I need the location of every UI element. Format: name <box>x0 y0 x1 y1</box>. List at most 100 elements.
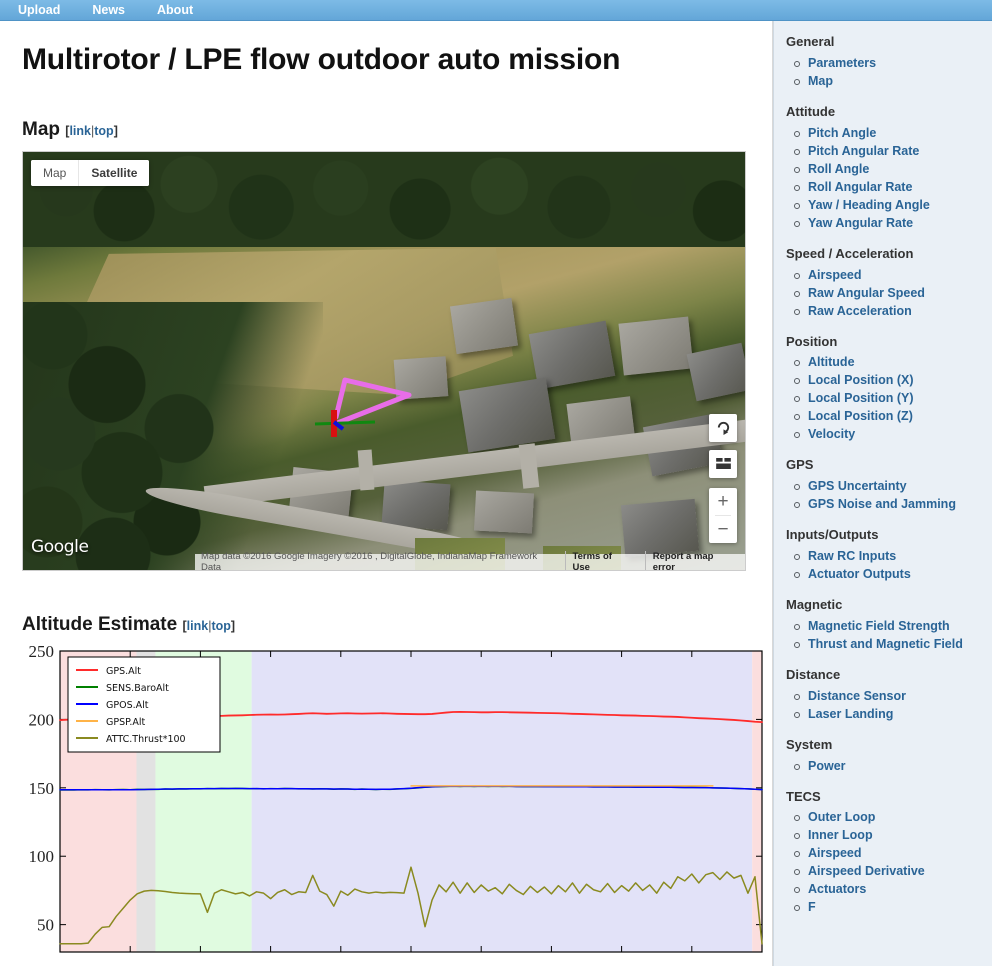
sidebar-item-outer-loop[interactable]: Outer Loop <box>808 810 875 824</box>
list-item[interactable]: F <box>804 898 992 916</box>
building <box>618 316 693 375</box>
sidebar-item-power[interactable]: Power <box>808 759 846 773</box>
list-item[interactable]: Distance Sensor <box>804 687 992 705</box>
y-axis-label: 250 <box>29 646 55 661</box>
list-item[interactable]: GPS Uncertainty <box>804 477 992 495</box>
sidebar-item-altitude[interactable]: Altitude <box>808 355 855 369</box>
sidebar-item-f[interactable]: F <box>808 900 816 914</box>
sidebar-item-gps-noise-and-jamming[interactable]: GPS Noise and Jamming <box>808 497 956 511</box>
sidebar-item-local-position-z[interactable]: Local Position (Z) <box>808 409 913 423</box>
sidebar-item-raw-rc-inputs[interactable]: Raw RC Inputs <box>808 549 896 563</box>
altitude-estimate-chart[interactable]: 25020015010050GPS.AltSENS.BaroAltGPOS.Al… <box>22 646 767 957</box>
nav-item-news[interactable]: News <box>92 0 125 21</box>
list-item[interactable]: Airspeed <box>804 844 992 862</box>
map-type-map-button[interactable]: Map <box>31 160 78 186</box>
sidebar-list-system: Power <box>786 757 992 775</box>
sidebar-item-local-position-y[interactable]: Local Position (Y) <box>808 391 914 405</box>
sidebar-item-roll-angular-rate[interactable]: Roll Angular Rate <box>808 180 912 194</box>
list-item[interactable]: Local Position (Y) <box>804 389 992 407</box>
list-item[interactable]: Thrust and Magnetic Field <box>804 635 992 653</box>
list-item[interactable]: Raw RC Inputs <box>804 547 992 565</box>
list-item[interactable]: Parameters <box>804 54 992 72</box>
sidebar-group-tecs: TECS Outer Loop Inner Loop Airspeed Airs… <box>786 788 992 917</box>
sidebar-item-raw-angular-speed[interactable]: Raw Angular Speed <box>808 286 925 300</box>
report-map-error-link[interactable]: Report a map error <box>645 551 745 571</box>
altitude-top-anchor[interactable]: top <box>211 619 230 633</box>
list-item[interactable]: Yaw Angular Rate <box>804 214 992 232</box>
sidebar-item-distance-sensor[interactable]: Distance Sensor <box>808 689 906 703</box>
legend-label: SENS.BaroAlt <box>106 683 169 694</box>
sidebar-item-inner-loop[interactable]: Inner Loop <box>808 828 873 842</box>
map-type-control[interactable]: Map Satellite <box>31 160 149 186</box>
map-canvas[interactable]: Morallion Ct Mora <box>23 152 745 570</box>
sidebar-item-pitch-angular-rate[interactable]: Pitch Angular Rate <box>808 144 919 158</box>
sidebar-item-laser-landing[interactable]: Laser Landing <box>808 707 893 721</box>
sidebar-item-actuators[interactable]: Actuators <box>808 882 866 896</box>
altitude-section-anchors: [link|top] <box>182 619 235 633</box>
list-item[interactable]: Local Position (X) <box>804 371 992 389</box>
map-zoom-in-button[interactable]: + <box>709 488 737 515</box>
sidebar-item-roll-angle[interactable]: Roll Angle <box>808 162 869 176</box>
list-item[interactable]: Laser Landing <box>804 705 992 723</box>
list-item[interactable]: GPS Noise and Jamming <box>804 495 992 513</box>
map-zoom-control[interactable]: + − <box>709 488 737 543</box>
sidebar-item-gps-uncertainty[interactable]: GPS Uncertainty <box>808 479 907 493</box>
sidebar-item-velocity[interactable]: Velocity <box>808 427 855 441</box>
sidebar-list-attitude: Pitch Angle Pitch Angular Rate Roll Angl… <box>786 124 992 232</box>
list-item[interactable]: Local Position (Z) <box>804 407 992 425</box>
map-link-anchor[interactable]: link <box>69 124 91 138</box>
map-section-anchors: [link|top] <box>65 124 118 138</box>
google-logo: Google <box>31 537 89 557</box>
list-item[interactable]: Raw Acceleration <box>804 302 992 320</box>
map-top-anchor[interactable]: top <box>94 124 113 138</box>
list-item[interactable]: Altitude <box>804 353 992 371</box>
sidebar-item-yaw-angular-rate[interactable]: Yaw Angular Rate <box>808 216 913 230</box>
list-item[interactable]: Raw Angular Speed <box>804 284 992 302</box>
nav-item-upload[interactable]: Upload <box>18 0 60 21</box>
sidebar-item-airspeed[interactable]: Airspeed <box>808 268 862 282</box>
sidebar-item-tecs-airspeed[interactable]: Airspeed <box>808 846 862 860</box>
list-item[interactable]: Roll Angle <box>804 160 992 178</box>
building <box>621 499 699 557</box>
terms-of-use-link[interactable]: Terms of Use <box>565 551 639 571</box>
sidebar-item-thrust-and-magnetic-field[interactable]: Thrust and Magnetic Field <box>808 637 963 651</box>
list-item[interactable]: Map <box>804 72 992 90</box>
sidebar-list-inputs-outputs: Raw RC Inputs Actuator Outputs <box>786 547 992 583</box>
list-item[interactable]: Inner Loop <box>804 826 992 844</box>
sidebar-heading-position: Position <box>786 333 992 352</box>
sidebar-heading-inputs-outputs: Inputs/Outputs <box>786 526 992 545</box>
altitude-link-anchor[interactable]: link <box>187 619 209 633</box>
list-item[interactable]: Pitch Angular Rate <box>804 142 992 160</box>
list-item[interactable]: Pitch Angle <box>804 124 992 142</box>
sidebar-item-parameters[interactable]: Parameters <box>808 56 876 70</box>
map-type-satellite-button[interactable]: Satellite <box>78 160 149 186</box>
list-item[interactable]: Actuators <box>804 880 992 898</box>
list-item[interactable]: Outer Loop <box>804 808 992 826</box>
map-tilt-button[interactable] <box>709 450 737 478</box>
sidebar-item-raw-acceleration[interactable]: Raw Acceleration <box>808 304 912 318</box>
map-widget[interactable]: Morallion Ct Mora Map Satellite <box>22 151 746 571</box>
list-item[interactable]: Power <box>804 757 992 775</box>
list-item[interactable]: Roll Angular Rate <box>804 178 992 196</box>
sidebar-item-airspeed-derivative[interactable]: Airspeed Derivative <box>808 864 925 878</box>
sidebar-item-pitch-angle[interactable]: Pitch Angle <box>808 126 876 140</box>
sidebar-item-map[interactable]: Map <box>808 74 833 88</box>
list-item[interactable]: Airspeed Derivative <box>804 862 992 880</box>
sidebar-item-actuator-outputs[interactable]: Actuator Outputs <box>808 567 911 581</box>
sidebar-group-gps: GPS GPS Uncertainty GPS Noise and Jammin… <box>786 456 992 513</box>
list-item[interactable]: Airspeed <box>804 266 992 284</box>
map-rotate-button[interactable] <box>709 414 737 442</box>
list-item[interactable]: Velocity <box>804 425 992 443</box>
building <box>394 356 449 400</box>
sidebar-item-local-position-x[interactable]: Local Position (X) <box>808 373 914 387</box>
list-item[interactable]: Yaw / Heading Angle <box>804 196 992 214</box>
list-item[interactable]: Magnetic Field Strength <box>804 617 992 635</box>
map-section-heading: Map [link|top] <box>22 120 760 141</box>
nav-item-about[interactable]: About <box>157 0 193 21</box>
y-axis-label: 150 <box>29 779 55 798</box>
sidebar-item-magnetic-field-strength[interactable]: Magnetic Field Strength <box>808 619 950 633</box>
sidebar-item-yaw-heading-angle[interactable]: Yaw / Heading Angle <box>808 198 930 212</box>
list-item[interactable]: Actuator Outputs <box>804 565 992 583</box>
map-zoom-out-button[interactable]: − <box>709 516 737 543</box>
band-landing <box>752 651 762 952</box>
